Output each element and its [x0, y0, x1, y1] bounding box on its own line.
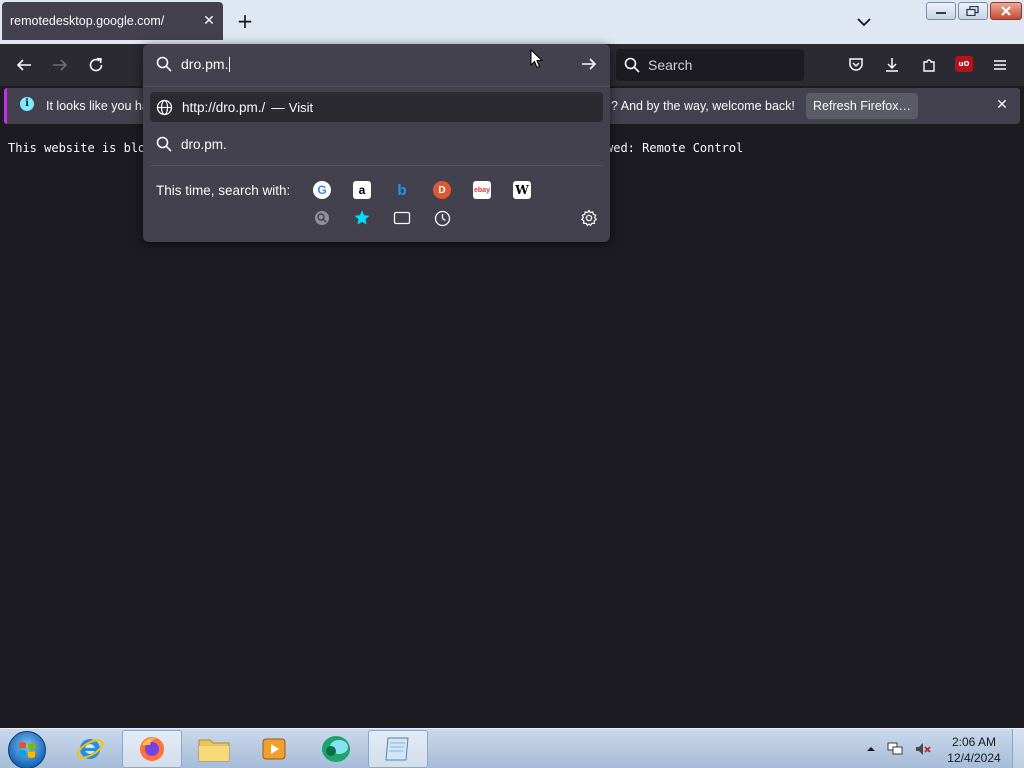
- page-body-text: This website is blo: [8, 141, 146, 155]
- hamburger-menu-icon: [994, 60, 1006, 70]
- window-caption-buttons: [926, 2, 1022, 20]
- pocket-button[interactable]: [845, 54, 867, 76]
- pocket-icon: [849, 58, 863, 71]
- back-arrow-icon: [16, 59, 31, 71]
- reload-icon: [89, 57, 103, 72]
- search-placeholder: Search: [648, 57, 693, 73]
- divider: [143, 86, 610, 87]
- taskbar-media-player[interactable]: [244, 730, 304, 768]
- taskbar-file-explorer[interactable]: [184, 730, 244, 768]
- wikipedia-engine-icon[interactable]: W: [513, 181, 531, 199]
- mouse-cursor-icon: [530, 48, 544, 69]
- minimize-button[interactable]: [926, 2, 956, 20]
- tab-strip: remotedesktop.google.com/ ✕ +: [0, 0, 1024, 44]
- internet-explorer-icon: [76, 739, 104, 759]
- page-body-text-tail: wed: Remote Control: [606, 141, 744, 155]
- new-tab-button[interactable]: +: [234, 10, 256, 32]
- bing-engine-icon[interactable]: b: [393, 181, 411, 199]
- app-menu-button[interactable]: [989, 54, 1011, 76]
- back-button[interactable]: [13, 54, 35, 76]
- bookmarks-star-icon[interactable]: [353, 209, 371, 227]
- taskbar-notepad-app[interactable]: [368, 730, 428, 768]
- taskbar-remote-app[interactable]: [306, 730, 366, 768]
- taskbar-clock[interactable]: 2:06 AM 12/4/2024: [944, 734, 1004, 766]
- url-input-value: dro.pm.: [181, 55, 231, 73]
- notification-text-tail: ? And by the way, welcome back!: [611, 99, 795, 113]
- restore-button[interactable]: [958, 2, 988, 20]
- media-player-icon: [262, 738, 286, 760]
- suggestion-text: dro.pm.: [181, 136, 227, 152]
- suggestion-search[interactable]: dro.pm.: [150, 129, 603, 159]
- clock-date: 12/4/2024: [947, 751, 1001, 765]
- search-icon: [156, 56, 172, 72]
- globe-icon: [156, 99, 173, 115]
- firefox-icon: [140, 737, 164, 761]
- search-settings-gear-icon[interactable]: [580, 209, 598, 227]
- forward-arrow-icon: [53, 59, 68, 71]
- volume-muted-icon[interactable]: [914, 741, 932, 757]
- oneoff-search-label: This time, search with:: [156, 183, 291, 198]
- network-icon[interactable]: [886, 741, 904, 757]
- folder-icon: [198, 739, 230, 762]
- text-caret: [229, 57, 231, 73]
- suggestion-action: Visit: [288, 99, 314, 115]
- download-icon: [886, 58, 898, 72]
- refresh-firefox-button[interactable]: Refresh Firefox…: [806, 93, 918, 119]
- search-engine-icon[interactable]: [313, 209, 331, 227]
- amazon-engine-icon[interactable]: a: [353, 181, 371, 199]
- puzzle-piece-icon: [923, 59, 935, 72]
- taskbar-internet-explorer[interactable]: [60, 730, 120, 768]
- tabs-icon[interactable]: [393, 209, 411, 227]
- divider: [150, 165, 603, 166]
- ublock-origin-icon[interactable]: uO: [955, 56, 973, 72]
- duckduckgo-engine-icon[interactable]: D: [433, 181, 451, 199]
- urlbar-popup: dro.pm. http://dro.pm./ — Visit dro.pm. …: [143, 44, 610, 242]
- tab-remotedesktop[interactable]: remotedesktop.google.com/ ✕: [2, 2, 223, 40]
- history-clock-icon[interactable]: [433, 209, 451, 227]
- suggestion-separator: —: [271, 99, 285, 115]
- tab-close-icon[interactable]: ✕: [201, 13, 217, 29]
- list-all-tabs-chevron-icon[interactable]: [854, 12, 874, 32]
- suggestion-visit-url[interactable]: http://dro.pm./ — Visit: [150, 92, 603, 122]
- forward-button[interactable]: [49, 54, 71, 76]
- info-icon: i: [20, 97, 34, 111]
- suggestion-text: http://dro.pm./: [182, 99, 266, 115]
- go-arrow-icon[interactable]: [579, 54, 599, 74]
- windows-logo-icon: [19, 742, 35, 758]
- system-tray: [866, 737, 932, 761]
- downloads-button[interactable]: [881, 54, 903, 76]
- start-button[interactable]: [8, 731, 46, 768]
- google-engine-icon[interactable]: G: [313, 181, 331, 199]
- show-hidden-icons-icon[interactable]: [866, 744, 876, 754]
- search-bar[interactable]: Search: [616, 49, 804, 81]
- search-icon: [156, 136, 172, 152]
- ebay-engine-icon[interactable]: ebay: [473, 181, 491, 199]
- clock-time: 2:06 AM: [951, 735, 997, 749]
- remote-desktop-app-icon: [322, 736, 350, 762]
- notification-text: It looks like you ha: [46, 99, 149, 113]
- notification-close-icon[interactable]: ✕: [994, 97, 1010, 113]
- show-desktop-button[interactable]: [1012, 729, 1024, 768]
- tab-title: remotedesktop.google.com/: [10, 14, 165, 28]
- close-window-button[interactable]: [990, 2, 1022, 20]
- extensions-button[interactable]: [918, 54, 940, 76]
- notepad-icon: [385, 737, 409, 761]
- reload-button[interactable]: [85, 54, 107, 76]
- windows-taskbar: 2:06 AM 12/4/2024: [0, 728, 1024, 768]
- taskbar-firefox[interactable]: [122, 730, 182, 768]
- search-icon: [624, 57, 640, 73]
